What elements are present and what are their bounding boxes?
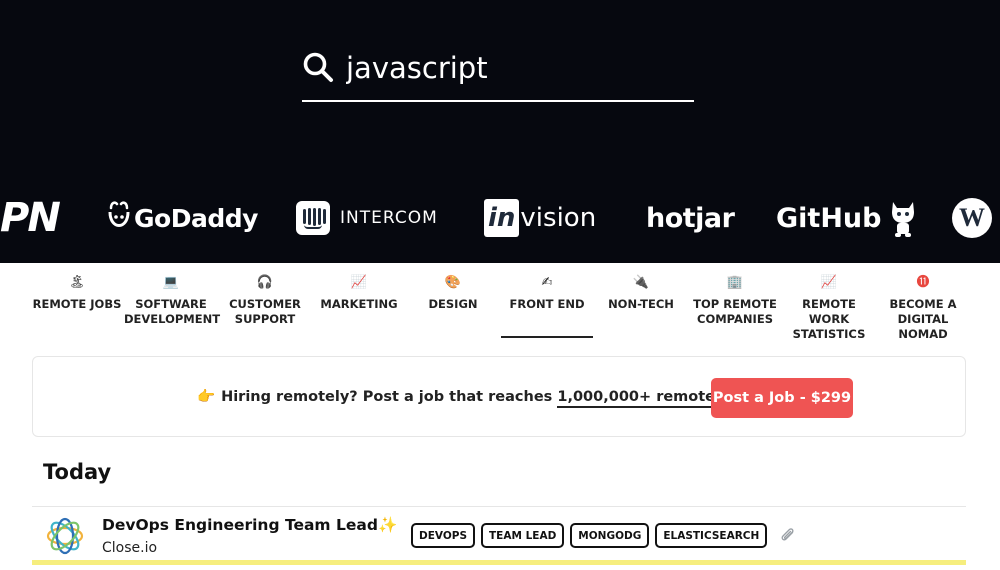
nav-item-remote-work-statistics[interactable]: 📈 REMOTE WORK STATISTICS bbox=[782, 272, 876, 341]
category-nav: 🏝 REMOTE JOBS 💻 SOFTWARE DEVELOPMENT 🎧 C… bbox=[30, 272, 970, 341]
nav-item-remote-jobs[interactable]: 🏝 REMOTE JOBS bbox=[30, 272, 124, 336]
company-logos: PN GoDaddy INTERCOM in vision hotjar Git… bbox=[0, 193, 1000, 243]
plug-icon: 🔌 bbox=[632, 275, 650, 290]
octocat-icon bbox=[892, 202, 915, 237]
nav-label: BECOME A DIGITAL NOMAD bbox=[889, 297, 957, 341]
godaddy-mark-icon bbox=[108, 201, 130, 227]
laptop-icon: 💻 bbox=[162, 275, 180, 290]
nav-item-digital-nomad[interactable]: ⓫ BECOME A DIGITAL NOMAD bbox=[876, 272, 970, 341]
company-name[interactable]: Close.io bbox=[102, 540, 157, 556]
paperclip-icon bbox=[781, 528, 794, 541]
tag-mongodg[interactable]: MONGODG bbox=[570, 523, 650, 548]
office-building-icon: 🏢 bbox=[726, 275, 744, 290]
espn-logo-text: PN bbox=[0, 195, 61, 241]
chart-up-icon: 📈 bbox=[350, 275, 368, 290]
island-icon: 🏝 bbox=[68, 275, 86, 290]
job-title-text[interactable]: DevOps Engineering Team Lead bbox=[102, 516, 378, 534]
nav-item-marketing[interactable]: 📈 MARKETING bbox=[312, 272, 406, 336]
wordpress-mark-icon: W bbox=[952, 198, 992, 238]
espn-logo[interactable]: PN bbox=[0, 193, 61, 243]
chart-up-icon: 📈 bbox=[820, 275, 838, 290]
job-title[interactable]: DevOps Engineering Team Lead✨ bbox=[102, 516, 397, 534]
intercom-logo-text: INTERCOM bbox=[340, 208, 438, 228]
invision-logo-text: vision bbox=[520, 203, 597, 233]
nav-label: MARKETING bbox=[320, 297, 398, 311]
godaddy-logo-text: GoDaddy bbox=[134, 203, 258, 233]
sparkle-icon: ✨ bbox=[377, 516, 398, 534]
nav-item-customer-support[interactable]: 🎧 CUSTOMER SUPPORT bbox=[218, 272, 312, 336]
hotjar-logo-text: hotjar bbox=[646, 202, 735, 234]
post-job-button[interactable]: Post a Job - $299 bbox=[711, 378, 853, 418]
close-io-logo[interactable] bbox=[44, 515, 86, 557]
nav-label: SOFTWARE DEVELOPMENT bbox=[124, 297, 221, 326]
hiring-banner-text: 👉 Hiring remotely? Post a job that reache… bbox=[197, 388, 786, 408]
nav-label: TOP REMOTE COMPANIES bbox=[693, 297, 777, 326]
nav-item-design[interactable]: 🎨 DESIGN bbox=[406, 272, 500, 336]
job-tags: DEVOPS TEAM LEAD MONGODG ELASTICSEARCH bbox=[411, 523, 768, 548]
hero-banner: PN GoDaddy INTERCOM in vision hotjar Git… bbox=[0, 0, 1000, 263]
tag-team-lead[interactable]: TEAM LEAD bbox=[481, 523, 565, 548]
job-row[interactable]: DevOps Engineering Team Lead✨ Close.io D… bbox=[32, 507, 966, 565]
nomad-badge-icon: ⓫ bbox=[916, 275, 930, 290]
nav-label: REMOTE JOBS bbox=[32, 297, 122, 311]
writing-hand-icon: ✍ bbox=[541, 275, 553, 290]
headphones-icon: 🎧 bbox=[256, 275, 274, 290]
hiring-banner: 👉 Hiring remotely? Post a job that reache… bbox=[32, 356, 966, 437]
intercom-mark-icon bbox=[296, 201, 330, 235]
tag-elasticsearch[interactable]: ELASTICSEARCH bbox=[655, 523, 768, 548]
godaddy-logo[interactable]: GoDaddy bbox=[106, 193, 258, 243]
invision-logo[interactable]: in vision bbox=[484, 193, 596, 243]
nav-item-front-end[interactable]: ✍ FRONT END bbox=[500, 272, 594, 338]
invision-mark: in bbox=[484, 199, 520, 237]
nav-label: DESIGN bbox=[428, 297, 478, 311]
search-bar[interactable] bbox=[302, 48, 694, 102]
nav-item-top-remote-companies[interactable]: 🏢 TOP REMOTE COMPANIES bbox=[688, 272, 782, 336]
nav-item-software-development[interactable]: 💻 SOFTWARE DEVELOPMENT bbox=[124, 272, 221, 336]
nav-label: CUSTOMER SUPPORT bbox=[229, 297, 301, 326]
section-title-today: Today bbox=[43, 460, 112, 484]
tag-devops[interactable]: DEVOPS bbox=[411, 523, 476, 548]
wordpress-logo-text: W bbox=[959, 203, 985, 232]
wordpress-logo[interactable]: W bbox=[952, 193, 992, 243]
hiring-banner-message: Hiring remotely? Post a job that reaches bbox=[221, 389, 558, 405]
search-icon[interactable] bbox=[302, 51, 334, 83]
search-input[interactable] bbox=[346, 48, 686, 88]
github-logo-text: GitHub bbox=[776, 202, 882, 234]
nav-label: REMOTE WORK STATISTICS bbox=[792, 297, 866, 341]
github-logo[interactable]: GitHub bbox=[776, 193, 919, 243]
hotjar-logo[interactable]: hotjar bbox=[646, 193, 735, 243]
pointing-hand-icon: 👉 bbox=[197, 389, 216, 405]
nav-label: NON-TECH bbox=[608, 297, 674, 311]
nav-label: FRONT END bbox=[509, 297, 585, 311]
intercom-logo[interactable]: INTERCOM bbox=[296, 193, 438, 243]
nav-item-non-tech[interactable]: 🔌 NON-TECH bbox=[594, 272, 688, 336]
palette-icon: 🎨 bbox=[444, 275, 462, 290]
